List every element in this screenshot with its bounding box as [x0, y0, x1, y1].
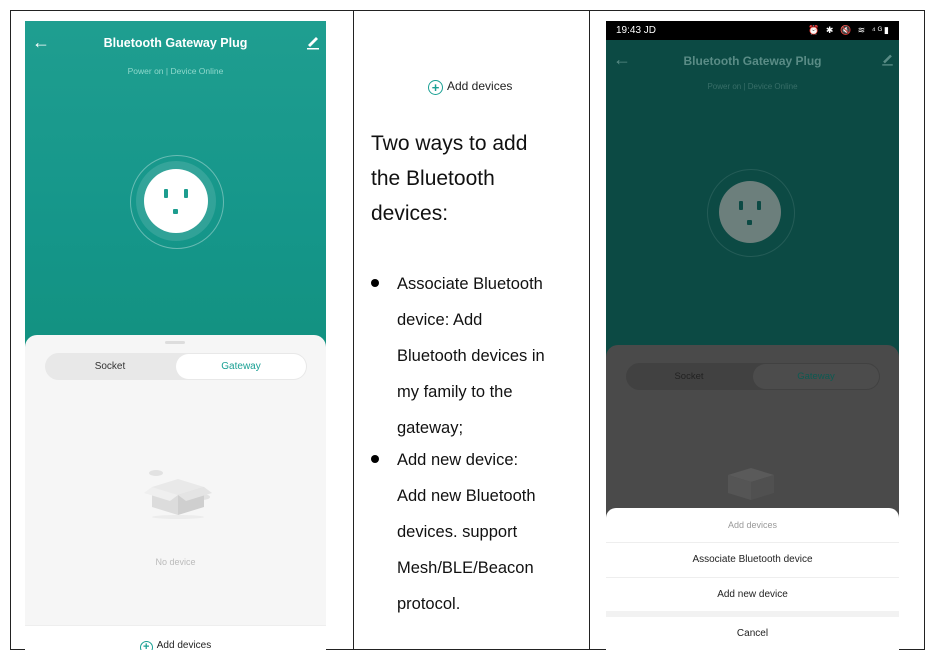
status-bar: 19:43 JD ⏰ ✱ 🔇 ≋ ⁴ᴳ▮	[606, 21, 899, 40]
empty-box-icon	[144, 470, 212, 519]
column-divider-2	[589, 10, 590, 650]
tab-gateway: Gateway	[753, 364, 879, 389]
instructions-heading: Two ways to add the Bluetooth devices:	[371, 126, 576, 231]
heading-line: Two ways to add	[371, 132, 528, 155]
status-icons: ⏰ ✱ 🔇 ≋ ⁴ᴳ▮	[808, 25, 891, 35]
tab-socket[interactable]: Socket	[45, 353, 175, 380]
action-sheet-gap	[606, 611, 899, 617]
divider	[606, 577, 899, 578]
add-devices-button[interactable]: + Add devices	[25, 625, 326, 650]
bullet-line: gateway;	[397, 419, 464, 437]
bullet-new-device: Add new device: Add new Bluetooth device…	[371, 442, 581, 622]
add-devices-sheet-screen: 19:43 JD ⏰ ✱ 🔇 ≋ ⁴ᴳ▮ ← Bluetooth Gateway…	[606, 21, 899, 650]
bullet-line: Mesh/BLE/Beacon	[397, 559, 534, 577]
socket-pin-icon	[757, 201, 761, 210]
mode-toggle: Socket Gateway	[45, 353, 307, 380]
gateway-plug-screen: ← Bluetooth Gateway Plug Power on | Devi…	[25, 21, 326, 650]
tab-socket: Socket	[674, 371, 704, 382]
empty-state-text: No device	[155, 557, 196, 567]
bullet-line: device: Add	[397, 311, 483, 329]
add-devices-reference: + Add devices	[428, 79, 512, 95]
socket-pin-icon	[739, 201, 743, 210]
column-divider-1	[353, 10, 354, 650]
add-circle-icon: +	[428, 80, 443, 95]
bullet-line: protocol.	[397, 595, 461, 613]
add-circle-icon: +	[139, 641, 153, 650]
mode-toggle: Socket Gateway	[626, 363, 880, 390]
device-status: Power on | Device Online	[707, 82, 798, 91]
tab-gateway[interactable]: Gateway	[176, 354, 306, 379]
bullet-line: Associate Bluetooth	[397, 275, 543, 293]
bullet-line: Add new Bluetooth	[397, 487, 536, 505]
bullet-associate: Associate Bluetooth device: Add Bluetoot…	[371, 266, 581, 446]
add-new-device-option[interactable]: Add new device	[606, 589, 899, 600]
cancel-button[interactable]: Cancel	[606, 628, 899, 639]
bottom-panel: Socket Gateway No device + Add devices	[25, 335, 326, 650]
device-title: Bluetooth Gateway Plug	[683, 54, 822, 68]
status-time: 19:43 JD	[616, 25, 657, 36]
action-sheet-header: Add devices	[727, 520, 778, 530]
socket-ground-icon	[173, 209, 178, 214]
add-devices-action-sheet: Add devices Associate Bluetooth device A…	[606, 508, 899, 650]
bullet-line: devices. support	[397, 523, 518, 541]
heading-line: the Bluetooth	[371, 167, 495, 190]
empty-box-icon	[728, 468, 774, 500]
associate-bluetooth-option[interactable]: Associate Bluetooth device	[606, 554, 899, 565]
heading-line: devices:	[371, 202, 449, 225]
edit-icon	[882, 54, 893, 66]
bullet-line: my family to the	[397, 383, 513, 401]
socket-ground-icon	[747, 220, 752, 225]
device-status: Power on | Device Online	[127, 66, 224, 76]
bullet-dot-icon	[371, 455, 379, 463]
edit-icon[interactable]	[306, 34, 320, 50]
device-title: Bluetooth Gateway Plug	[103, 36, 248, 50]
socket-power-button	[719, 181, 781, 243]
drag-handle[interactable]	[165, 341, 185, 344]
socket-pin-icon	[164, 189, 168, 198]
bullet-line: Add new device:	[397, 451, 519, 469]
add-devices-reference-label: Add devices	[447, 79, 513, 93]
add-devices-row: + Add devices	[25, 640, 326, 650]
add-devices-label: Add devices	[156, 640, 212, 650]
bullet-line: Bluetooth devices in	[397, 347, 545, 365]
bullet-dot-icon	[371, 279, 379, 287]
divider	[606, 542, 899, 543]
socket-pin-icon	[184, 189, 188, 198]
device-header-panel: ← Bluetooth Gateway Plug Power on | Devi…	[25, 21, 326, 366]
socket-power-button[interactable]	[144, 169, 208, 233]
